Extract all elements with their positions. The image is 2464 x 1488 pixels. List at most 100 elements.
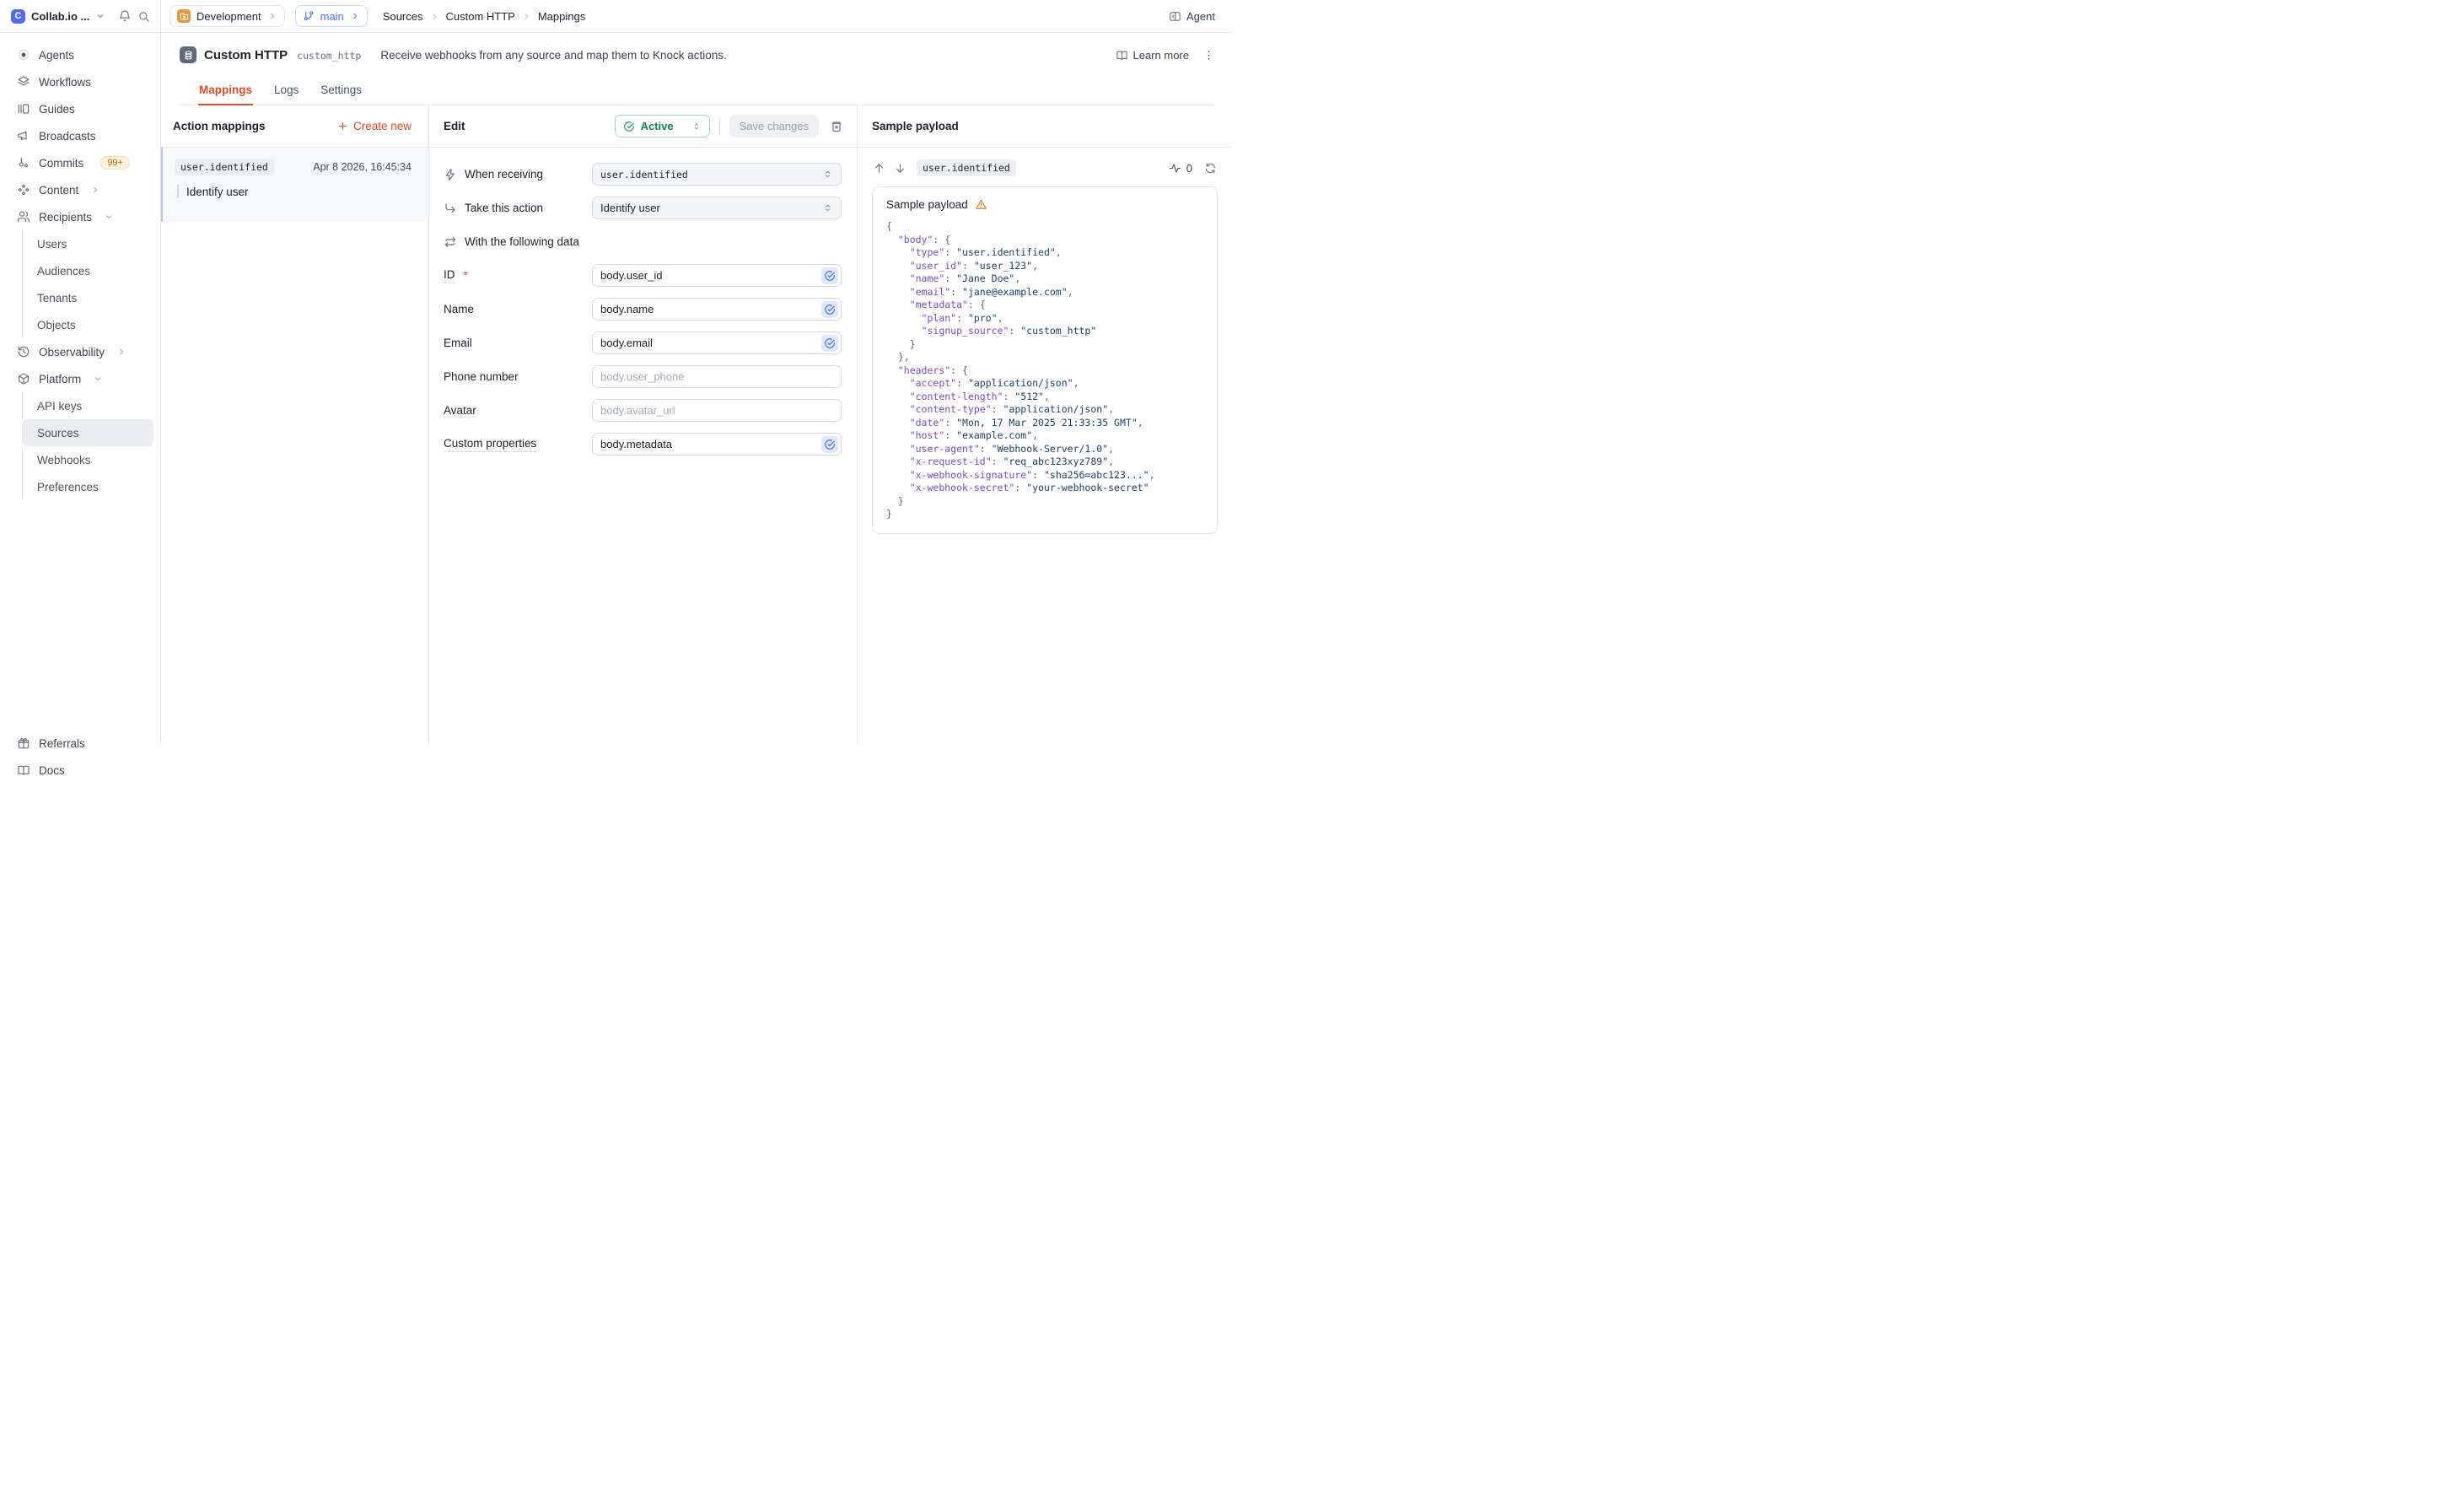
json-line: },	[886, 351, 1203, 364]
status-select[interactable]: Active	[615, 115, 710, 137]
tab-logs[interactable]: Logs	[273, 78, 299, 105]
json-line: "content-type": "application/json",	[886, 403, 1203, 417]
action-mappings-panel: Action mappings Create new user.identifi…	[161, 105, 428, 744]
field-input-id[interactable]	[592, 264, 842, 287]
breadcrumb-item-custom-http[interactable]: Custom HTTP	[446, 10, 515, 23]
take-action-label: Take this action	[465, 202, 543, 214]
json-line: "body": {	[886, 234, 1203, 247]
arrow-down-icon[interactable]	[894, 162, 907, 175]
org-name[interactable]: Collab.io ...	[31, 10, 89, 23]
field-input-phone-number[interactable]	[592, 365, 842, 388]
kebab-menu-icon[interactable]	[1202, 49, 1215, 62]
sidebar-item-tenants[interactable]: Tenants	[22, 284, 160, 311]
sidebar-item-label: Recipients	[39, 211, 92, 224]
field-input-custom-properties[interactable]	[592, 433, 842, 456]
save-changes-button[interactable]: Save changes	[729, 115, 819, 137]
sidebar-item-sources[interactable]: Sources	[22, 419, 153, 446]
chevron-right-icon	[430, 12, 439, 21]
page-title: Custom HTTP	[204, 48, 288, 62]
sidebar-item-preferences[interactable]: Preferences	[22, 473, 160, 500]
payload-event-chip: user.identified	[917, 159, 1016, 176]
sidebar-item-label: Docs	[39, 764, 65, 777]
chevron-down-icon	[104, 212, 114, 222]
chevron-down-icon	[93, 374, 103, 384]
sidebar-item-api-keys[interactable]: API keys	[22, 392, 160, 419]
field-input-name[interactable]	[592, 298, 842, 321]
sidebar-item-label: Agents	[39, 49, 74, 62]
learn-more-label: Learn more	[1133, 49, 1189, 62]
when-receiving-select[interactable]: user.identified	[592, 163, 842, 186]
take-action-select[interactable]: Identify user	[592, 197, 842, 219]
sidebar-item-referrals[interactable]: Referrals	[0, 730, 160, 757]
environment-switcher[interactable]: Development	[169, 5, 285, 27]
sidebar-item-broadcasts[interactable]: Broadcasts	[0, 122, 160, 149]
archive-icon[interactable]	[830, 120, 843, 133]
sidebar: Agents WorkflowsGuides Broadcasts Commits99…	[0, 33, 161, 744]
recipients-icon	[17, 210, 30, 224]
warning-triangle-icon	[975, 198, 987, 211]
json-line: "user-agent": "Webhook-Server/1.0",	[886, 443, 1203, 456]
chevron-right-icon	[267, 11, 277, 21]
sidebar-item-content[interactable]: Content	[0, 176, 160, 203]
sidebar-item-docs[interactable]: Docs	[0, 757, 160, 784]
field-label-name: Name	[444, 303, 474, 315]
field-row-custom-properties: Custom properties	[444, 433, 842, 456]
field-label-custom-properties: Custom properties	[444, 437, 536, 452]
referrals-icon	[17, 736, 30, 750]
mapped-check-icon	[821, 436, 838, 453]
refresh-icon[interactable]	[1204, 162, 1217, 175]
agent-label: Agent	[1186, 10, 1215, 23]
json-line: "x-webhook-secret": "your-webhook-secret…	[886, 482, 1203, 495]
chevrons-up-down-icon	[691, 121, 702, 132]
sidebar-item-users[interactable]: Users	[22, 230, 160, 257]
sidebar-item-workflows[interactable]: Workflows	[0, 68, 160, 95]
tab-mappings[interactable]: Mappings	[198, 78, 253, 105]
json-line: "x-request-id": "req_abc123xyz789",	[886, 456, 1203, 469]
sidebar-item-commits[interactable]: Commits99+	[0, 149, 160, 176]
agent-button[interactable]: Agent	[1169, 10, 1215, 23]
sidebar-item-recipients[interactable]: Recipients	[0, 203, 160, 230]
sidebar-item-audiences[interactable]: Audiences	[22, 257, 160, 284]
sidebar-item-objects[interactable]: Objects	[22, 311, 160, 338]
sidebar-item-label: Broadcasts	[39, 130, 96, 143]
branch-switcher[interactable]: main	[295, 5, 368, 27]
when-receiving-value: user.identified	[600, 169, 688, 181]
mapped-check-icon	[821, 301, 838, 318]
indent-bar	[177, 185, 179, 198]
sidebar-item-label: Commits	[39, 157, 83, 170]
sidebar-item-observability[interactable]: Observability	[0, 338, 160, 365]
learn-more-button[interactable]: Learn more	[1116, 49, 1189, 62]
breadcrumb-item-mappings[interactable]: Mappings	[538, 10, 585, 23]
sidebar-item-label: Platform	[39, 373, 81, 385]
edit-panel: Edit Active Save changes	[428, 105, 857, 744]
field-row-phone-number: Phone number	[444, 365, 842, 388]
mapped-check-icon	[821, 267, 838, 284]
source-stack-icon	[180, 46, 196, 63]
tab-settings[interactable]: Settings	[320, 78, 363, 105]
event-count: 0	[1169, 162, 1192, 175]
bell-icon[interactable]	[118, 9, 132, 23]
sidebar-item-webhooks[interactable]: Webhooks	[22, 446, 160, 473]
search-icon[interactable]	[137, 10, 150, 23]
chevrons-up-down-icon	[822, 202, 833, 213]
arrow-up-icon[interactable]	[873, 162, 885, 175]
create-new-button[interactable]: Create new	[337, 120, 412, 132]
payload-json: { "body": { "type": "user.identified", "…	[886, 220, 1203, 521]
mapping-list-item[interactable]: user.identified Apr 8 2026, 16:45:34 Ide…	[161, 148, 428, 222]
org-logo: C	[11, 9, 25, 24]
sidebar-item-agents[interactable]: Agents	[0, 41, 160, 68]
breadcrumb-item-sources[interactable]: Sources	[383, 10, 423, 23]
mapping-action-label: Identify user	[186, 186, 249, 198]
sidebar-item-guides[interactable]: Guides	[0, 95, 160, 122]
json-line: "headers": {	[886, 364, 1203, 378]
guides-icon	[17, 102, 30, 116]
divider	[719, 116, 720, 137]
json-line: {	[886, 220, 1203, 234]
sidebar-item-platform[interactable]: Platform	[0, 365, 160, 392]
field-input-avatar[interactable]	[592, 399, 842, 422]
mapped-check-icon	[821, 335, 838, 352]
field-input-email[interactable]	[592, 332, 842, 354]
field-list: ID*NameEmailPhone numberAvatarCustom pro…	[444, 264, 842, 456]
main-content: Custom HTTP custom_http Receive webhooks…	[161, 33, 1232, 744]
chevron-down-icon[interactable]	[95, 11, 105, 21]
